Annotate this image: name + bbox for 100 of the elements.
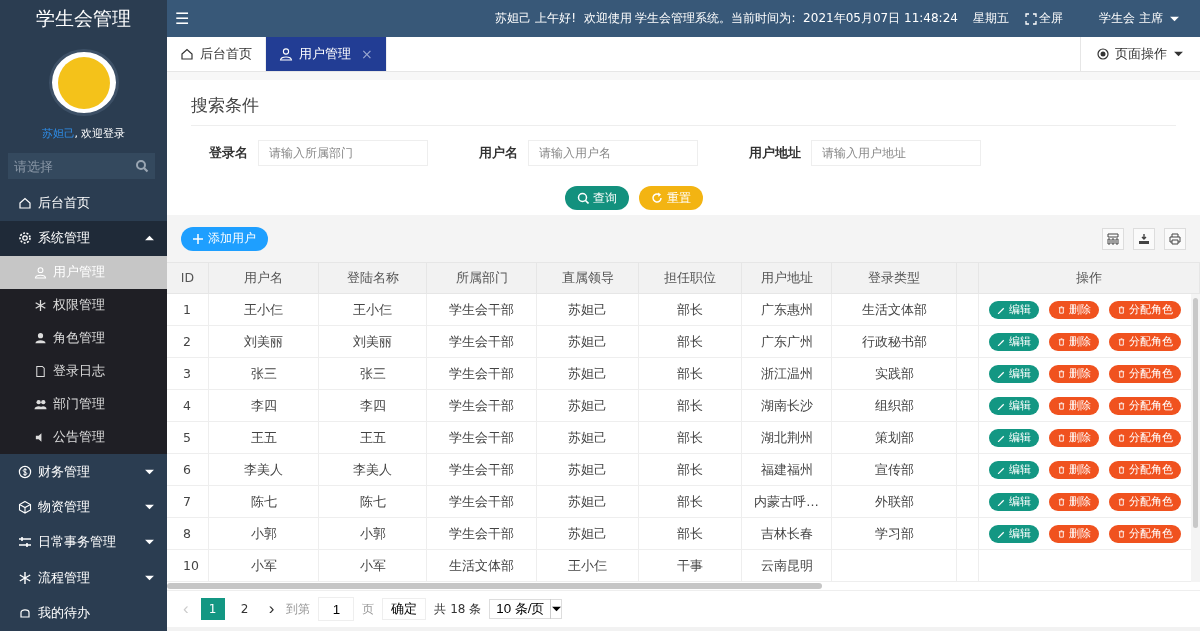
text-field[interactable]: 请输入用户名 (528, 140, 698, 166)
delete-button[interactable]: 删除 (1049, 460, 1099, 479)
table-cell: 生活文体部 (832, 294, 957, 325)
welcome-text: 苏妲己, 欢迎登录 (40, 126, 127, 142)
tab[interactable]: 用户管理 × (266, 37, 387, 71)
table-cell: 部长 (639, 294, 742, 325)
table-cell: 陈七 (319, 486, 427, 517)
trash-icon (1117, 336, 1126, 347)
edit-button[interactable]: 编辑 (989, 396, 1039, 415)
columns-button[interactable] (1102, 227, 1124, 250)
home-icon (180, 47, 194, 61)
field-label: 登录名 (209, 144, 248, 162)
sidebar-menu-item[interactable]: 后台首页 (0, 185, 167, 221)
edit-button[interactable]: 编辑 (989, 300, 1039, 319)
sidebar-submenu-item[interactable]: 登录日志 (0, 355, 167, 388)
page-number-field[interactable]: 1 (318, 597, 355, 621)
sidebar-submenu-item[interactable]: 角色管理 (0, 322, 167, 355)
sidebar-menu-item[interactable]: 我的待办 (0, 595, 167, 631)
column-header: 操作 (979, 263, 1200, 293)
column-header: ID (167, 263, 209, 293)
table-cell: 3 (167, 358, 209, 389)
edit-button[interactable]: 编辑 (989, 364, 1039, 383)
delete-button[interactable]: 删除 (1049, 492, 1099, 511)
assign-role-button[interactable]: 分配角色 (1109, 492, 1181, 511)
user-menu[interactable]: 学生会 主席 (1093, 9, 1186, 28)
table-cell: 学生会干部 (427, 326, 537, 357)
delete-button[interactable]: 删除 (1049, 396, 1099, 415)
sidebar-menu-item[interactable]: 物资管理 (0, 489, 167, 525)
trash-icon (1117, 496, 1126, 507)
assign-role-button[interactable]: 分配角色 (1109, 460, 1181, 479)
table-cell: 陈七 (209, 486, 319, 517)
table-cell: 部长 (639, 518, 742, 549)
delete-button[interactable]: 删除 (1049, 428, 1099, 447)
page-button[interactable]: 2 (232, 598, 257, 620)
page-unit-label: 页 (362, 600, 375, 618)
delete-button[interactable]: 删除 (1049, 364, 1099, 383)
delete-button[interactable]: 删除 (1049, 300, 1099, 319)
print-button[interactable] (1164, 227, 1186, 250)
table-cell: 学习部 (832, 518, 957, 549)
edit-button[interactable]: 编辑 (989, 524, 1039, 543)
page-actions-menu[interactable]: 页面操作 (1080, 37, 1200, 71)
menu-toggle[interactable]: ☰ (173, 9, 191, 28)
edit-button[interactable]: 编辑 (989, 332, 1039, 351)
trash-icon (1117, 304, 1126, 315)
table-cell: 学生会干部 (427, 454, 537, 485)
confirm-button[interactable]: 确定 (382, 598, 427, 620)
page-size-select[interactable]: 10 条/页 (489, 599, 563, 619)
add-user-button[interactable]: 添加用户 (181, 226, 268, 251)
user-icon (279, 47, 293, 61)
total-count: 共 18 条 (434, 600, 482, 618)
search-button[interactable]: 查询 (564, 186, 629, 210)
next-page-button[interactable]: › (264, 599, 279, 619)
page-button[interactable]: 1 (200, 598, 225, 620)
trash-icon (1057, 432, 1066, 443)
sidebar-menu-item[interactable]: 流程管理 (0, 560, 167, 596)
text-field[interactable]: 请输入用户地址 (811, 140, 981, 166)
column-header: 登录类型 (832, 263, 957, 293)
sidebar-menu-item[interactable]: 日常事务管理 (0, 524, 167, 561)
sidebar-menu-item[interactable]: 系统管理 (0, 220, 167, 256)
table-cell: 4 (167, 390, 209, 421)
assign-role-button[interactable]: 分配角色 (1109, 332, 1181, 351)
table-cell: 学生会干部 (427, 390, 537, 421)
edit-button[interactable]: 编辑 (989, 492, 1039, 511)
caret-icon (144, 573, 155, 582)
fullscreen-icon (1025, 12, 1038, 25)
text-field[interactable]: 请输入所属部门 (258, 140, 428, 166)
assign-role-button[interactable]: 分配角色 (1109, 396, 1181, 415)
assign-role-button[interactable]: 分配角色 (1109, 524, 1181, 543)
close-button[interactable]: × (361, 46, 373, 62)
table-cell: 小军 (319, 550, 427, 581)
table-cell: 苏妲己 (537, 454, 639, 485)
table-cell: 湖北荆州 (742, 422, 832, 453)
horizontal-scrollbar[interactable] (167, 582, 1200, 590)
table-cell: 策划部 (832, 422, 957, 453)
sidebar-menu-item[interactable]: 财务管理 (0, 454, 167, 490)
delete-button[interactable]: 删除 (1049, 332, 1099, 351)
table-cell: 王小仨 (319, 294, 427, 325)
export-button[interactable] (1133, 227, 1155, 250)
assign-role-button[interactable]: 分配角色 (1109, 300, 1181, 319)
edit-button[interactable]: 编辑 (989, 428, 1039, 447)
reset-button[interactable]: 重置 (638, 186, 703, 210)
sidebar-submenu-item[interactable]: 部门管理 (0, 388, 167, 421)
caret-icon (144, 234, 155, 243)
vertical-scrollbar[interactable] (1191, 294, 1200, 582)
delete-button[interactable]: 删除 (1049, 524, 1099, 543)
table-cell: 张三 (319, 358, 427, 389)
caret-icon (144, 538, 155, 547)
column-header: 用户名 (209, 263, 319, 293)
table-cell: 浙江温州 (742, 358, 832, 389)
trash-icon (1057, 368, 1066, 379)
column-header: 所属部门 (427, 263, 537, 293)
fullscreen-link[interactable]: 全屏 (1039, 10, 1064, 27)
assign-role-button[interactable]: 分配角色 (1109, 428, 1181, 447)
edit-button[interactable]: 编辑 (989, 460, 1039, 479)
section-title: 搜索条件 (191, 92, 1176, 126)
assign-role-button[interactable]: 分配角色 (1109, 364, 1181, 383)
sidebar-submenu-item[interactable]: 公告管理 (0, 421, 167, 454)
sidebar-search-field[interactable]: 请选择 (8, 153, 155, 180)
table-cell: 内蒙古呼… (742, 486, 832, 517)
sidebar-submenu-item[interactable]: 权限管理 (0, 289, 167, 322)
